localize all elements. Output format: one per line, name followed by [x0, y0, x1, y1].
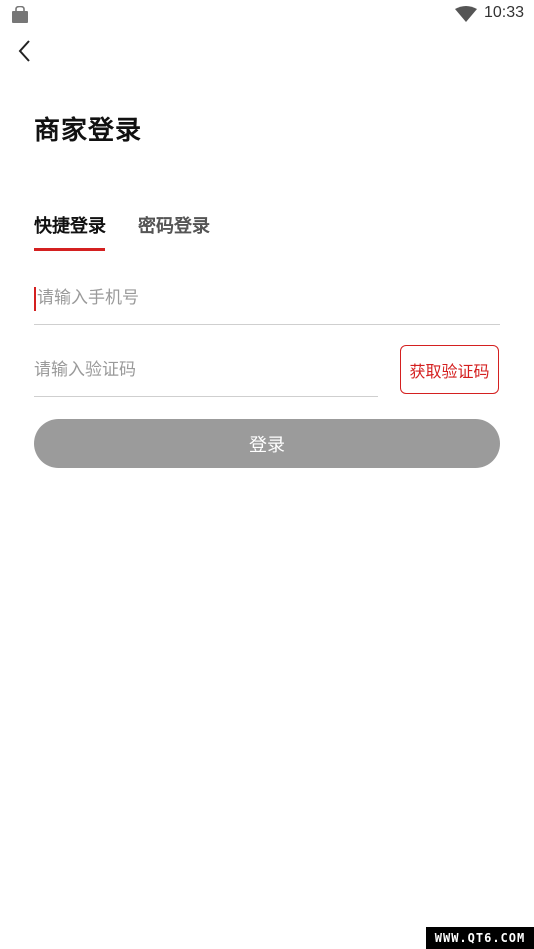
- code-input[interactable]: [34, 344, 378, 396]
- status-bar: 10:33: [0, 0, 534, 30]
- page-title: 商家登录: [34, 116, 143, 146]
- text-caret: [34, 287, 36, 311]
- wifi-icon: [455, 6, 477, 22]
- active-tab-indicator: [34, 248, 105, 251]
- login-button[interactable]: 登录: [34, 419, 500, 468]
- login-tabs: 快捷登录 密码登录: [34, 212, 334, 254]
- phone-input[interactable]: [34, 272, 503, 324]
- get-code-button[interactable]: 获取验证码: [400, 345, 499, 394]
- phone-field: [34, 272, 503, 325]
- tab-password-login[interactable]: 密码登录: [138, 212, 210, 238]
- bag-icon: [12, 6, 28, 23]
- code-field: [34, 344, 378, 397]
- back-button[interactable]: [10, 36, 38, 66]
- watermark: WWW.QT6.COM: [426, 927, 534, 949]
- tab-quick-login[interactable]: 快捷登录: [34, 212, 106, 238]
- status-time: 10:33: [484, 4, 525, 21]
- chevron-left-icon: [18, 40, 30, 62]
